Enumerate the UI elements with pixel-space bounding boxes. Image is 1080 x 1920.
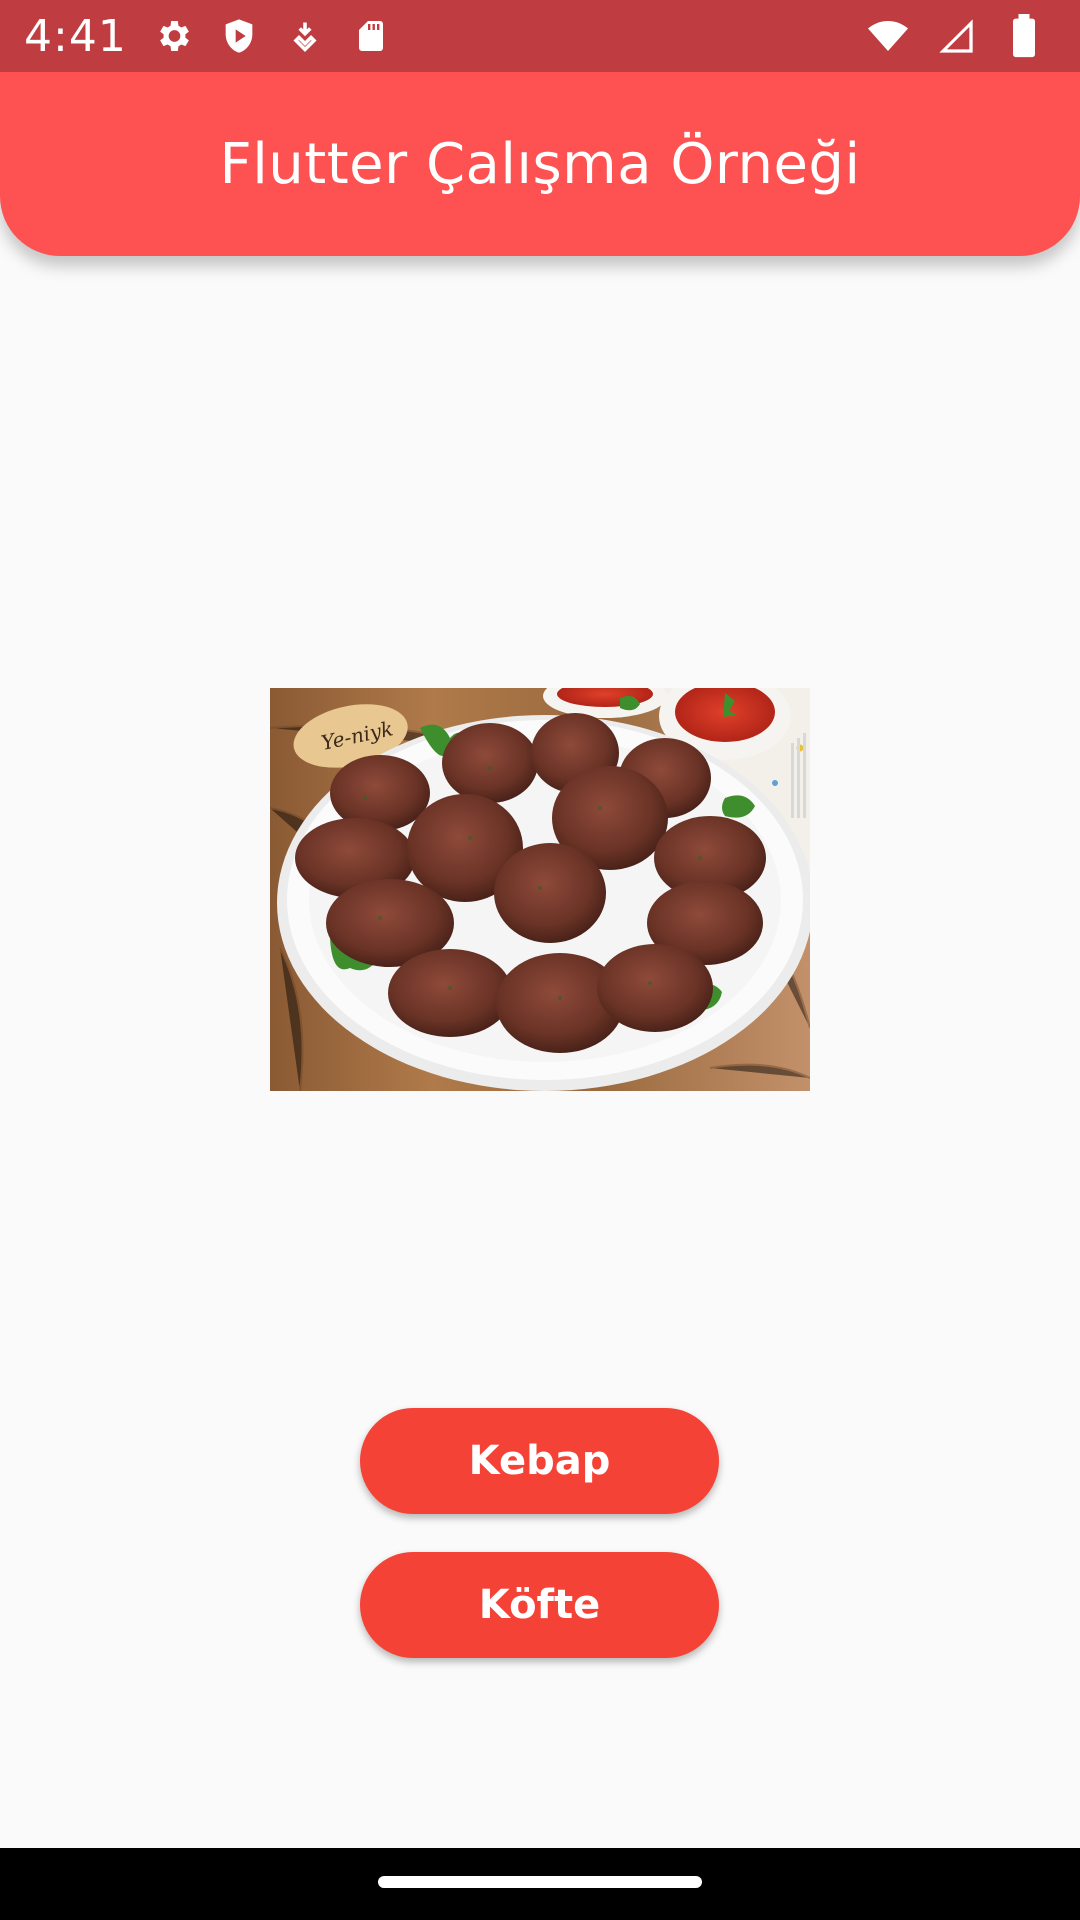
navigation-bar bbox=[0, 1848, 1080, 1920]
shield-play-icon bbox=[217, 14, 261, 58]
app-title: Flutter Çalışma Örneği bbox=[219, 131, 861, 197]
kebap-button[interactable]: Kebap bbox=[360, 1408, 719, 1514]
signal-icon bbox=[934, 14, 978, 58]
download-arrow-icon bbox=[283, 14, 327, 58]
status-right-icons bbox=[852, 14, 1056, 58]
app-screen: 4:41 Flutter Çalışma Örneği Ye-niyk Keba… bbox=[0, 0, 1080, 1920]
battery-icon bbox=[1002, 14, 1046, 58]
status-bar: 4:41 bbox=[0, 0, 1080, 72]
kofte-button[interactable]: Köfte bbox=[360, 1552, 719, 1658]
app-bar: Flutter Çalışma Örneği bbox=[0, 72, 1080, 256]
wifi-icon bbox=[866, 14, 910, 58]
gear-icon bbox=[151, 14, 195, 58]
kofte-food-image: Ye-niyk bbox=[270, 688, 810, 1091]
status-time: 4:41 bbox=[24, 10, 127, 62]
sd-card-icon bbox=[349, 14, 393, 58]
home-gesture-handle[interactable] bbox=[378, 1876, 702, 1888]
